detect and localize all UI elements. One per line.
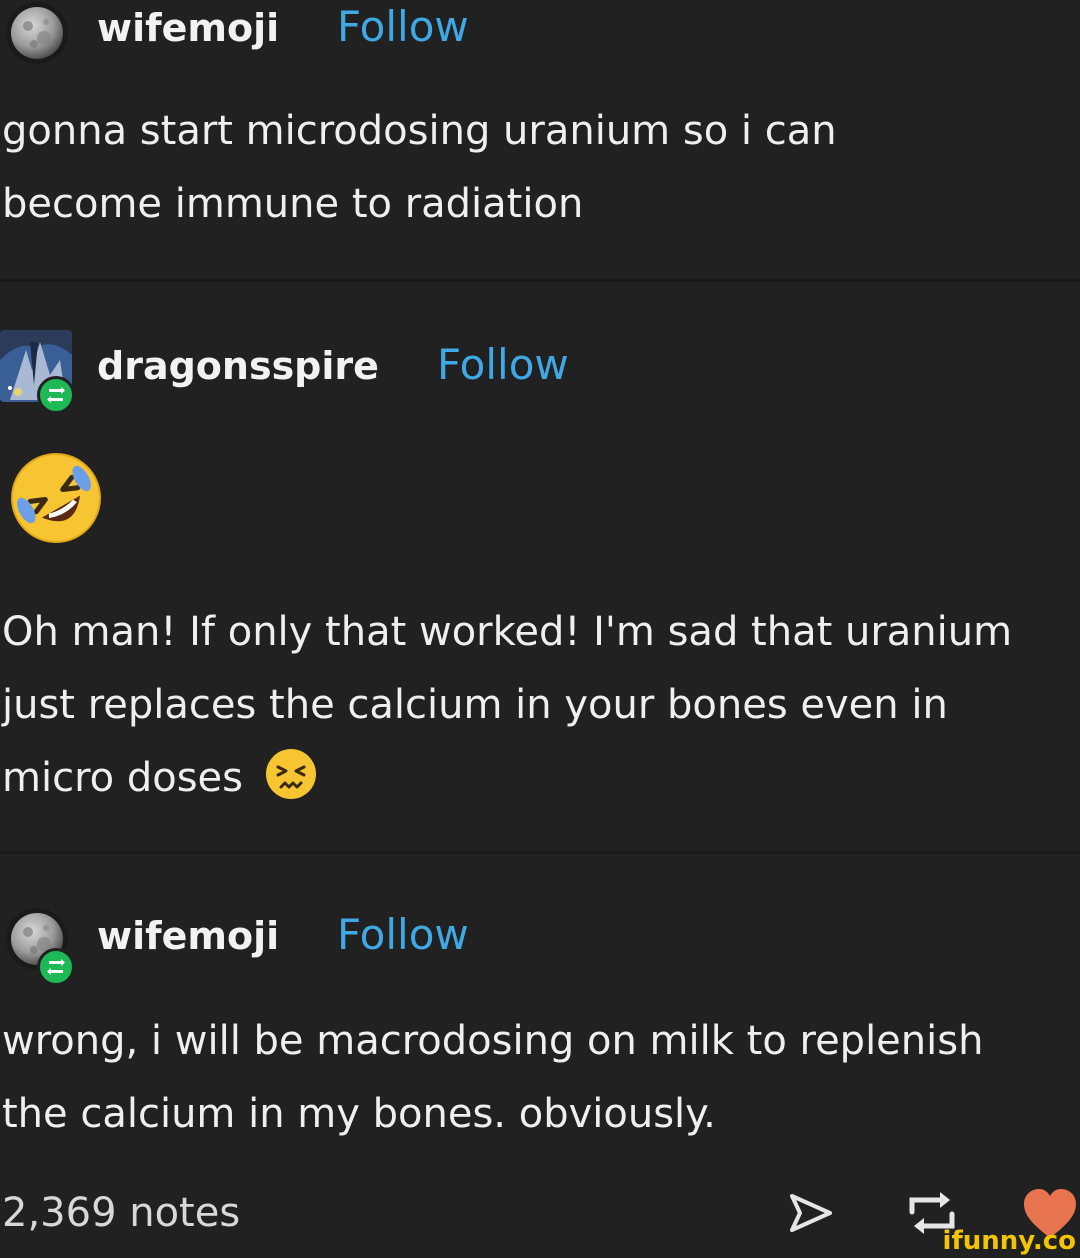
post-3-header: wifemoji Follow bbox=[0, 906, 700, 986]
notes-count[interactable]: 2,369 notes bbox=[2, 1190, 240, 1236]
post-2-text-line-3: micro doses bbox=[2, 742, 1078, 815]
post-1-text: gonna start microdosing uranium so i can… bbox=[2, 108, 837, 227]
share-icon[interactable] bbox=[786, 1188, 836, 1238]
moon-avatar-icon[interactable] bbox=[6, 2, 68, 64]
post-2-text-line-1: Oh man! If only that worked! I'm sad tha… bbox=[2, 609, 1013, 655]
post-2-text-line-2: just replaces the calcium in your bones … bbox=[2, 682, 948, 728]
username-wifemoji[interactable]: wifemoji bbox=[97, 6, 279, 50]
persevering-face-emoji-icon bbox=[264, 747, 318, 801]
post-2-header: dragonsspire Follow bbox=[0, 330, 700, 414]
username-wifemoji-reply[interactable]: wifemoji bbox=[97, 914, 279, 958]
follow-button-dragonsspire[interactable]: Follow bbox=[437, 340, 569, 389]
reblog-badge-icon bbox=[37, 948, 75, 986]
divider-1 bbox=[0, 279, 1080, 282]
reblog-badge-icon bbox=[37, 376, 75, 414]
username-dragonsspire[interactable]: dragonsspire bbox=[97, 344, 379, 388]
follow-button-wifemoji[interactable]: Follow bbox=[337, 2, 469, 51]
rolling-laughing-emoji-icon bbox=[6, 448, 106, 548]
post-1-header: wifemoji Follow bbox=[0, 0, 700, 70]
post-2-text: Oh man! If only that worked! I'm sad tha… bbox=[2, 596, 1078, 815]
divider-2 bbox=[0, 851, 1080, 854]
post-2-text-line-3-text: micro doses bbox=[2, 755, 243, 801]
post-3-text: wrong, i will be macrodosing on milk to … bbox=[2, 1018, 984, 1137]
ifunny-watermark: ifunny.co bbox=[942, 1226, 1076, 1256]
follow-button-wifemoji-reply[interactable]: Follow bbox=[337, 910, 469, 959]
